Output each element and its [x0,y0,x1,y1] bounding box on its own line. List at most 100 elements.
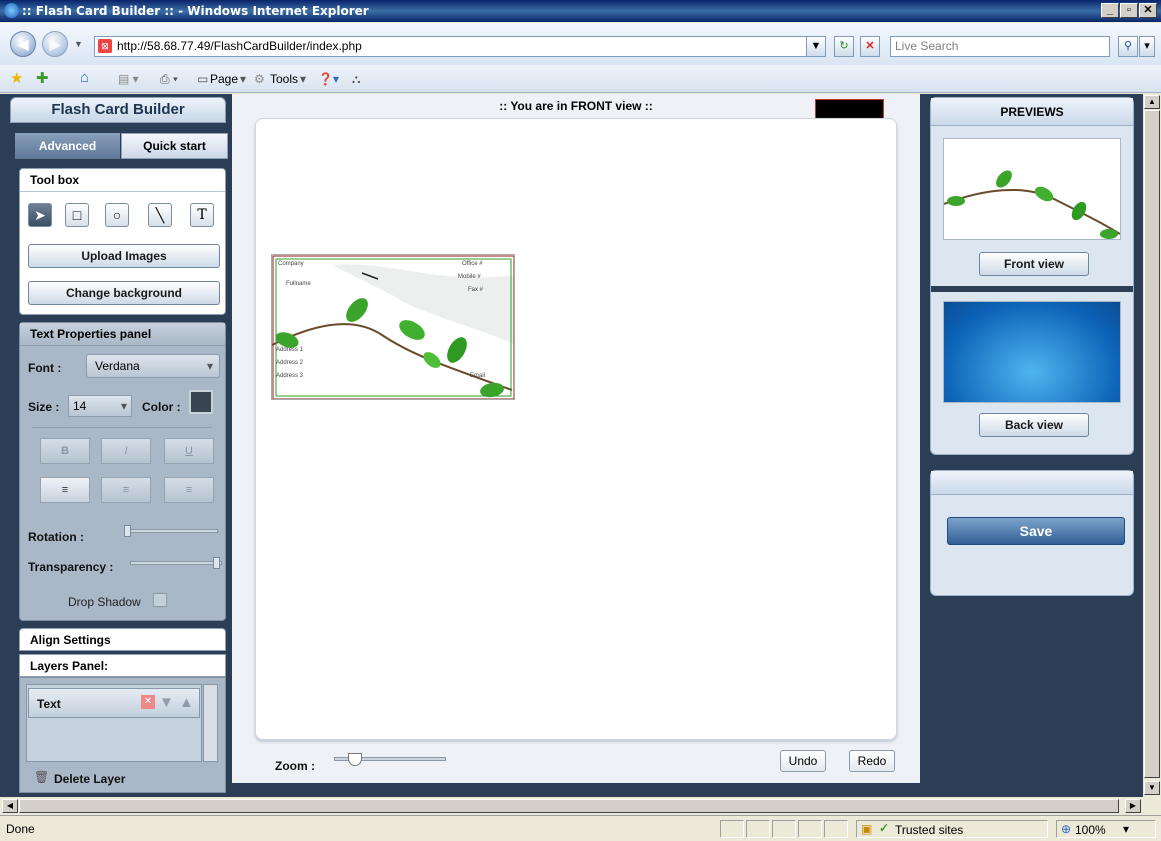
print-icon[interactable]: ⎙ ▾ [160,72,178,87]
history-dropdown-icon[interactable]: ▼ [74,39,83,49]
scroll-right-button[interactable]: ▶ [1125,799,1141,813]
redo-button[interactable]: Redo [849,750,895,772]
stop-icon[interactable]: ✕ [860,36,880,57]
scroll-left-button[interactable]: ◀ [2,799,18,813]
front-preview-thumbnail[interactable] [943,138,1121,240]
line-tool-icon[interactable]: ╲ [148,203,172,227]
help-icon[interactable]: ❓▾ [318,72,339,86]
text-properties-panel: Text Properties panel Font : Verdana ▾ S… [19,322,226,621]
font-select[interactable]: Verdana ▾ [86,354,220,378]
rotation-slider[interactable] [124,529,218,533]
divider [32,427,212,428]
select-tool-icon[interactable]: ➤ [28,203,52,227]
underline-button[interactable]: U [164,438,214,464]
tab-quick-start[interactable]: Quick start [121,133,228,159]
address-dropdown-button[interactable]: ▼ [806,36,826,57]
save-button[interactable]: Save [947,517,1125,545]
front-preview-leaf-icon [943,170,1121,239]
transparency-slider[interactable] [130,561,222,565]
align-right-icon[interactable]: ≡ [164,477,214,503]
tab-advanced[interactable]: Advanced [15,133,120,159]
card-mobile[interactable]: Mobile # [458,274,481,280]
status-cell [824,820,848,838]
previews-title: PREVIEWS [931,98,1133,126]
layer-item-label: Text [37,697,61,711]
scroll-up-button[interactable]: ▲ [1144,95,1160,109]
ellipse-tool-icon[interactable]: ○ [105,203,129,227]
back-button[interactable]: ◀ [10,31,36,57]
card-fullname[interactable]: Fullname [286,281,311,287]
undo-button[interactable]: Undo [780,750,826,772]
move-up-icon[interactable]: ▲ [179,694,194,711]
drop-shadow-checkbox[interactable] [153,593,167,607]
card-office[interactable]: Office # [462,261,483,267]
favorites-star-icon[interactable]: ★ [10,69,23,87]
status-box [815,99,884,119]
rotation-slider-thumb[interactable] [124,525,131,537]
page-icon: ▭ [197,72,209,86]
back-view-button[interactable]: Back view [979,413,1089,437]
search-icon[interactable]: ⚲ [1118,36,1138,57]
forward-button[interactable]: ▶ [42,31,68,57]
design-canvas[interactable] [255,118,897,740]
close-button[interactable]: ✕ [1139,3,1157,18]
layers-panel-header: Layers Panel: [19,654,226,677]
rectangle-tool-icon[interactable]: □ [65,203,89,227]
card-email[interactable]: Email [470,373,485,379]
zoom-icon: ⊕ [1061,822,1072,836]
move-down-icon[interactable]: ▼ [159,694,174,711]
card-address-1[interactable]: Address 1 [276,347,303,353]
card-fax[interactable]: Fax # [468,287,483,293]
page-menu[interactable]: Page [210,72,238,86]
change-background-button[interactable]: Change background [28,281,220,305]
research-icon[interactable]: ⛬ [352,72,360,87]
drop-shadow-label: Drop Shadow [68,595,141,609]
align-left-icon[interactable]: ≡ [40,477,90,503]
back-preview-thumbnail[interactable] [943,301,1121,403]
tools-menu[interactable]: Tools [270,72,298,86]
layers-scrollbar[interactable] [203,684,218,762]
page-menu-arrow-icon[interactable]: ▾ [240,72,246,86]
add-favorite-icon[interactable]: ✚ [36,69,49,87]
minimize-button[interactable]: _ [1101,3,1119,18]
security-zone[interactable]: ▣ ✓ Trusted sites [856,820,1048,838]
feeds-icon[interactable]: ▤ ▾ [118,72,139,86]
upload-images-button[interactable]: Upload Images [28,244,220,268]
home-icon[interactable]: ⌂ [80,69,89,86]
vertical-scroll-thumb[interactable] [1144,110,1160,778]
transparency-slider-thumb[interactable] [213,557,220,569]
font-value: Verdana [95,359,140,373]
delete-layer-button[interactable]: Delete Layer [54,772,125,786]
card-company[interactable]: Company [278,261,304,267]
zoom-level[interactable]: ⊕ 100% ▾ [1056,820,1156,838]
layer-item[interactable]: Text ✕ ▼ ▲ [28,688,200,718]
card-address-2[interactable]: Address 2 [276,360,303,366]
window-title: :: Flash Card Builder :: - Windows Inter… [22,4,369,18]
refresh-icon[interactable]: ↻ [834,36,854,57]
color-swatch[interactable] [189,390,213,414]
status-cell [720,820,744,838]
card-address-3[interactable]: Address 3 [276,373,303,379]
bold-button[interactable]: B [40,438,90,464]
align-settings-panel[interactable]: Align Settings [19,628,226,651]
search-options-icon[interactable]: ▾ [1139,36,1155,57]
window-title-bar: :: Flash Card Builder :: - Windows Inter… [0,0,1161,22]
tools-menu-arrow-icon[interactable]: ▾ [300,72,306,86]
delete-layer-icon[interactable]: ✕ [141,695,155,709]
italic-button[interactable]: I [101,438,151,464]
status-cell [798,820,822,838]
align-center-icon[interactable]: ≡ [101,477,151,503]
scroll-down-button[interactable]: ▼ [1144,781,1160,795]
address-bar-row: ◀ ▶ ▼ http://58.68.77.49/FlashCardBuilde… [0,23,1161,65]
status-bar: Done ▣ ✓ Trusted sites ⊕ 100% ▾ [0,815,1161,841]
save-panel-header [931,471,1133,495]
front-view-button[interactable]: Front view [979,252,1089,276]
command-bar: ★ ✚ ⌂ ▤ ▾ ⎙ ▾ ▭ Page ▾ ⚙ Tools ▾ ❓▾ ⛬ [0,65,1161,93]
maximize-button[interactable]: ▫ [1120,3,1138,18]
business-card-front[interactable]: Company Fullname Office # Mobile # Fax #… [271,254,515,400]
address-input[interactable]: http://58.68.77.49/FlashCardBuilder/inde… [94,36,824,57]
search-input[interactable]: Live Search [890,36,1110,57]
horizontal-scroll-thumb[interactable] [19,799,1119,813]
text-tool-icon[interactable]: T [190,203,214,227]
size-select[interactable]: 14 ▾ [68,395,132,417]
